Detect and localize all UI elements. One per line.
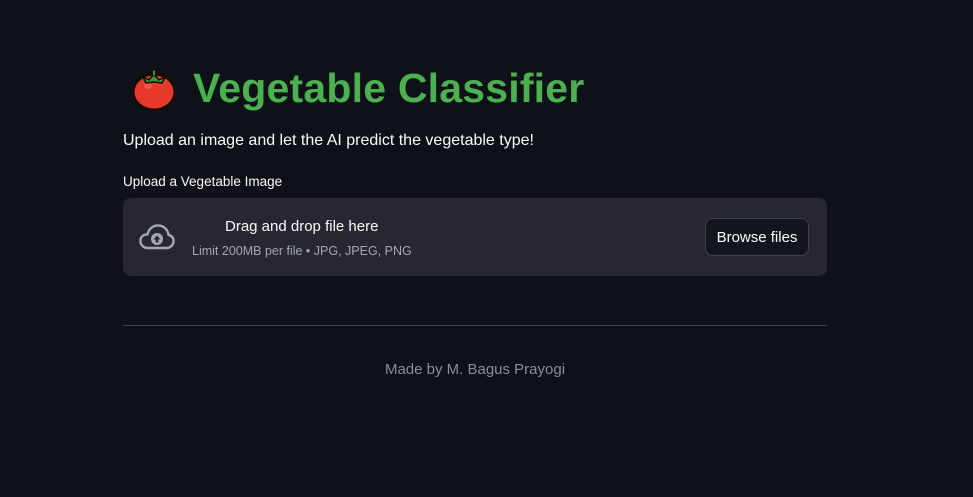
intro-text: Upload an image and let the AI predict t…: [123, 132, 534, 149]
page-title: Vegetable Classifier: [193, 64, 585, 111]
file-dropzone[interactable]: Drag and drop file here Limit 200MB per …: [123, 198, 827, 276]
dropzone-title: Drag and drop file here: [225, 218, 379, 235]
dropzone-limit-text: Limit 200MB per file • JPG, JPEG, PNG: [192, 244, 412, 258]
uploader-label: Upload a Vegetable Image: [123, 174, 283, 189]
footer-credit: Made by M. Bagus Prayogi: [384, 361, 566, 378]
divider: [123, 325, 827, 326]
cloud-upload-icon: [139, 224, 175, 250]
tomato-icon: [132, 69, 176, 111]
browse-files-button[interactable]: Browse files: [705, 218, 809, 256]
page-header: Vegetable Classifier: [129, 60, 584, 116]
